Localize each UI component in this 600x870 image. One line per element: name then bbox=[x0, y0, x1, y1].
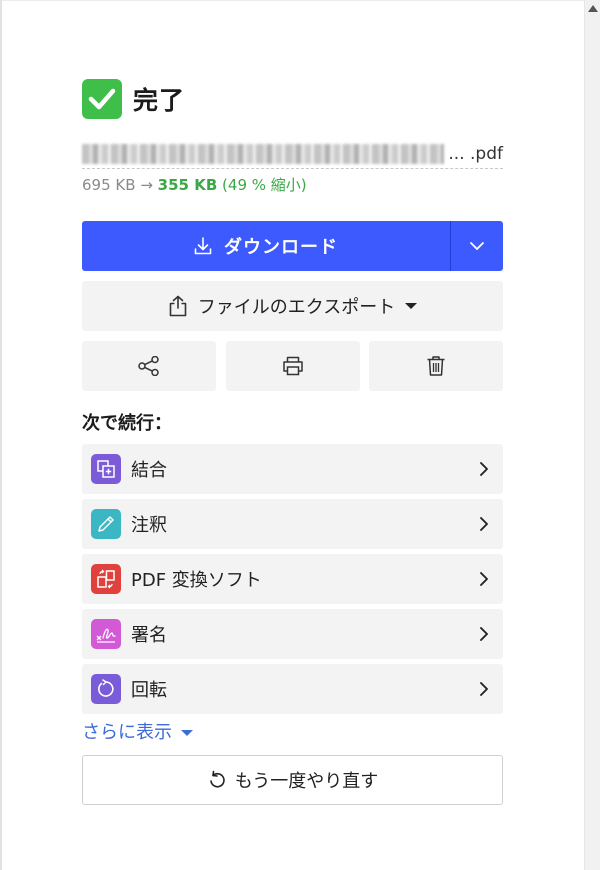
download-label: ダウンロード bbox=[224, 237, 338, 258]
result-panel: 完了 ... .pdf 695 KB → 355 KB (49 % 縮小) ダウ… bbox=[82, 78, 503, 805]
pencil-icon bbox=[91, 509, 121, 539]
checkmark-icon bbox=[82, 79, 122, 119]
tool-item-merge[interactable]: 結合 bbox=[82, 444, 503, 494]
share-upload-icon bbox=[169, 295, 187, 317]
tool-list: 結合 注釈 PDF 変換ソフト 署名 回転 bbox=[82, 444, 503, 714]
tool-item-sign[interactable]: 署名 bbox=[82, 609, 503, 659]
window-top-border bbox=[0, 0, 584, 1]
rotate-icon bbox=[91, 674, 121, 704]
file-name-suffix: ... .pdf bbox=[448, 144, 503, 164]
signature-icon bbox=[91, 619, 121, 649]
chevron-right-icon bbox=[480, 572, 488, 586]
chevron-right-icon bbox=[480, 462, 488, 476]
arrow-right-icon: → bbox=[140, 176, 153, 194]
chevron-right-icon bbox=[480, 627, 488, 641]
tool-item-annotate[interactable]: 注釈 bbox=[82, 499, 503, 549]
original-size: 695 KB bbox=[82, 176, 136, 194]
show-more-label: さらに表示 bbox=[82, 722, 172, 743]
share-button[interactable] bbox=[82, 341, 216, 391]
tool-label: PDF 変換ソフト bbox=[131, 570, 262, 591]
delete-button[interactable] bbox=[369, 341, 503, 391]
file-name-row: ... .pdf bbox=[82, 141, 503, 169]
download-options-button[interactable] bbox=[450, 221, 503, 271]
window-left-border bbox=[0, 0, 2, 870]
export-file-button[interactable]: ファイルのエクスポート bbox=[82, 281, 503, 331]
retry-button[interactable]: もう一度やり直す bbox=[82, 755, 503, 805]
printer-icon bbox=[282, 356, 303, 376]
chevron-down-icon bbox=[470, 242, 484, 250]
tool-label: 結合 bbox=[131, 460, 167, 481]
file-name-blurred bbox=[82, 144, 445, 164]
chevron-right-icon bbox=[480, 682, 488, 696]
show-more-link[interactable]: さらに表示 bbox=[82, 719, 503, 747]
download-group: ダウンロード bbox=[82, 221, 503, 271]
file-size-summary: 695 KB → 355 KB (49 % 縮小) bbox=[82, 174, 503, 196]
caret-down-icon bbox=[405, 303, 418, 309]
scroll-up-arrow-icon[interactable] bbox=[588, 5, 598, 12]
quick-actions-row bbox=[82, 341, 503, 391]
tool-item-pdf-converter[interactable]: PDF 変換ソフト bbox=[82, 554, 503, 604]
tool-label: 署名 bbox=[131, 625, 167, 646]
new-size: 355 KB bbox=[157, 176, 218, 194]
convert-icon bbox=[91, 564, 121, 594]
print-button[interactable] bbox=[225, 341, 360, 391]
share-icon bbox=[138, 356, 159, 376]
download-icon bbox=[194, 237, 212, 255]
chevron-right-icon bbox=[480, 517, 488, 531]
continue-heading: 次で続行： bbox=[82, 413, 172, 434]
caret-down-icon bbox=[181, 730, 193, 736]
tool-item-rotate[interactable]: 回転 bbox=[82, 664, 503, 714]
export-label: ファイルのエクスポート bbox=[197, 297, 396, 318]
status-title: 完了 bbox=[133, 86, 186, 115]
download-button[interactable]: ダウンロード bbox=[82, 221, 450, 271]
scrollbar[interactable] bbox=[584, 0, 600, 870]
tool-label: 注釈 bbox=[131, 515, 167, 536]
retry-label: もう一度やり直す bbox=[234, 771, 379, 792]
status-header: 完了 bbox=[82, 78, 503, 120]
trash-icon bbox=[427, 356, 445, 376]
undo-icon bbox=[209, 770, 225, 788]
reduction-percent: (49 % 縮小) bbox=[222, 176, 307, 194]
tool-label: 回転 bbox=[131, 680, 167, 701]
merge-icon bbox=[91, 454, 121, 484]
